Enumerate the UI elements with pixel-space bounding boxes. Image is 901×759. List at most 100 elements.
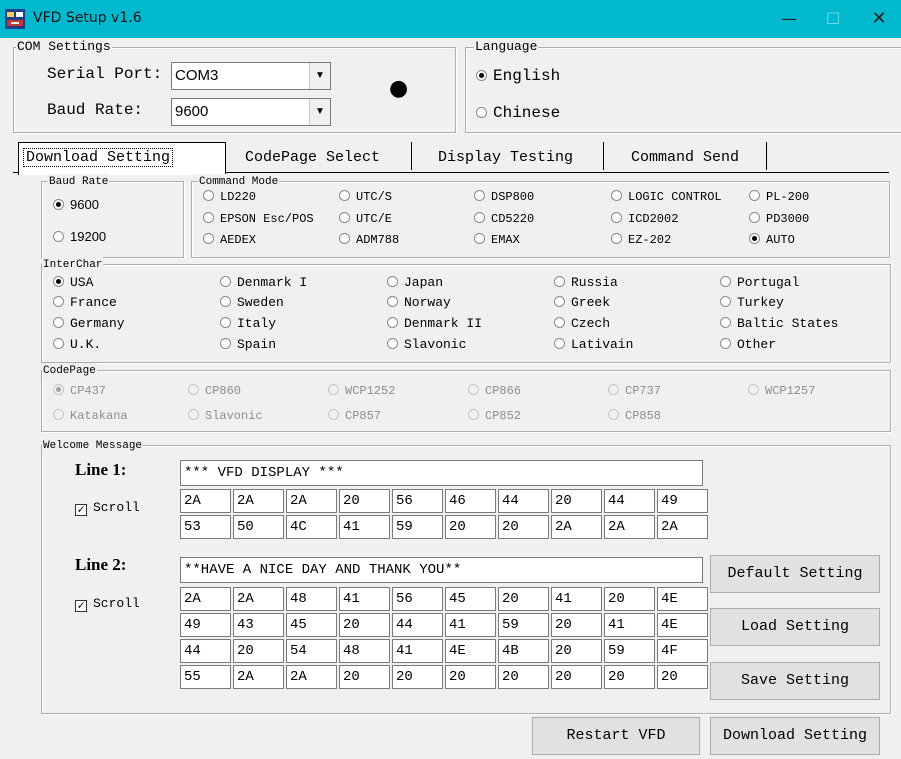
radio-ic-greek[interactable]: Greek [554, 295, 610, 310]
line1-hex-cell[interactable]: 2A [551, 515, 602, 539]
radio-ic-turkey[interactable]: Turkey [720, 295, 784, 310]
close-button[interactable]: ✕ [857, 0, 901, 38]
line1-hex-cell[interactable]: 2A [604, 515, 655, 539]
radio-ic-czech[interactable]: Czech [554, 316, 610, 331]
line2-hex-cell[interactable]: 2A [233, 587, 284, 611]
radio-cmd-epson-esc-pos[interactable]: EPSON Esc/POS [203, 212, 314, 226]
radio-dot[interactable] [474, 190, 485, 201]
radio-cmd-logic-control[interactable]: LOGIC CONTROL [611, 190, 722, 204]
radio-ic-other[interactable]: Other [720, 337, 776, 352]
radio-cmd-emax[interactable]: EMAX [474, 233, 520, 247]
line2-hex-cell[interactable]: 4F [657, 639, 708, 663]
radio-cmd-pd3000[interactable]: PD3000 [749, 212, 809, 226]
radio-dot[interactable] [220, 338, 231, 349]
radio-cmd-adm788[interactable]: ADM788 [339, 233, 399, 247]
radio-cmd-cd5220[interactable]: CD5220 [474, 212, 534, 226]
radio-ic-norway[interactable]: Norway [387, 295, 451, 310]
radio-dot[interactable] [203, 190, 214, 201]
radio-cmd-icd2002[interactable]: ICD2002 [611, 212, 678, 226]
minimize-button[interactable]: — [767, 0, 811, 38]
radio-ic-sweden[interactable]: Sweden [220, 295, 284, 310]
line2-hex-cell[interactable]: 20 [392, 665, 443, 689]
line1-hex-cell[interactable]: 49 [657, 489, 708, 513]
line2-hex-cell[interactable]: 2A [233, 665, 284, 689]
line1-hex-cell[interactable]: 2A [180, 489, 231, 513]
line2-hex-cell[interactable]: 41 [339, 587, 390, 611]
line1-hex-cell[interactable]: 2A [657, 515, 708, 539]
baud-rate-dropdown[interactable]: 9600 ▼ [171, 98, 331, 126]
line1-scroll-checkbox[interactable]: ✓ Scroll [75, 500, 140, 516]
line2-hex-cell[interactable]: 2A [180, 587, 231, 611]
radio-dot[interactable] [749, 212, 760, 223]
line2-hex-cell[interactable]: 20 [657, 665, 708, 689]
radio-dot[interactable] [339, 233, 350, 244]
radio-dot[interactable] [53, 317, 64, 328]
radio-dot[interactable] [220, 317, 231, 328]
maximize-button[interactable]: ☐ [811, 0, 855, 38]
tab-download-setting[interactable]: Download Setting [18, 142, 226, 175]
radio-english[interactable]: English [476, 67, 560, 85]
line1-hex-cell[interactable]: 41 [339, 515, 390, 539]
line1-hex-cell[interactable]: 56 [392, 489, 443, 513]
line1-hex-cell[interactable]: 53 [180, 515, 231, 539]
radio-dot[interactable] [474, 212, 485, 223]
radio-ic-france[interactable]: France [53, 295, 117, 310]
line2-hex-cell[interactable]: 49 [180, 613, 231, 637]
line2-hex-cell[interactable]: 20 [445, 665, 496, 689]
line2-hex-cell[interactable]: 20 [233, 639, 284, 663]
line2-hex-cell[interactable]: 4E [657, 613, 708, 637]
serial-port-dropdown[interactable]: COM3 ▼ [171, 62, 331, 90]
line2-text-input[interactable]: **HAVE A NICE DAY AND THANK YOU** [180, 557, 703, 583]
radio-dot[interactable] [720, 296, 731, 307]
radio-dot[interactable] [53, 231, 64, 242]
radio-cmd-pl-200[interactable]: PL-200 [749, 190, 809, 204]
line1-hex-cell[interactable]: 44 [604, 489, 655, 513]
radio-dot[interactable] [339, 212, 350, 223]
line1-hex-cell[interactable]: 4C [286, 515, 337, 539]
radio-dot[interactable] [720, 338, 731, 349]
radio-dot[interactable] [554, 296, 565, 307]
line2-hex-cell[interactable]: 48 [339, 639, 390, 663]
radio-dot[interactable] [554, 317, 565, 328]
radio-ic-slavonic[interactable]: Slavonic [387, 337, 466, 352]
radio-dot[interactable] [387, 296, 398, 307]
line2-hex-cell[interactable]: 41 [604, 613, 655, 637]
line2-hex-cell[interactable]: 44 [180, 639, 231, 663]
radio-ic-denmark-ii[interactable]: Denmark II [387, 316, 482, 331]
radio-dot[interactable] [339, 190, 350, 201]
radio-dot[interactable] [611, 190, 622, 201]
line2-hex-cell[interactable]: 20 [551, 665, 602, 689]
radio-dot[interactable] [53, 338, 64, 349]
radio-dot[interactable] [387, 276, 398, 287]
line2-hex-cell[interactable]: 20 [339, 665, 390, 689]
line2-hex-cell[interactable]: 55 [180, 665, 231, 689]
line1-hex-cell[interactable]: 59 [392, 515, 443, 539]
line2-hex-cell[interactable]: 54 [286, 639, 337, 663]
line2-hex-cell[interactable]: 20 [498, 665, 549, 689]
line2-hex-cell[interactable]: 20 [604, 587, 655, 611]
radio-cmd-aedex[interactable]: AEDEX [203, 233, 256, 247]
radio-dot[interactable] [749, 190, 760, 201]
checkbox-box[interactable]: ✓ [75, 504, 87, 516]
line2-hex-cell[interactable]: 4E [445, 639, 496, 663]
radio-chinese[interactable]: Chinese [476, 104, 560, 122]
tab-command-send[interactable]: Command Send [631, 144, 739, 172]
radio-dot[interactable] [220, 296, 231, 307]
line1-hex-cell[interactable]: 50 [233, 515, 284, 539]
tab-codepage-select[interactable]: CodePage Select [245, 144, 380, 172]
tab-display-testing[interactable]: Display Testing [438, 144, 573, 172]
line1-text-input[interactable]: *** VFD DISPLAY *** [180, 460, 703, 486]
line2-hex-cell[interactable]: 59 [498, 613, 549, 637]
radio-dot[interactable] [387, 317, 398, 328]
line2-hex-cell[interactable]: 59 [604, 639, 655, 663]
radio-baud-19200[interactable]: 19200 [53, 229, 106, 245]
radio-ic-germany[interactable]: Germany [53, 316, 125, 331]
radio-ic-usa[interactable]: USA [53, 275, 93, 290]
default-setting-button[interactable]: Default Setting [710, 555, 880, 593]
line2-hex-cell[interactable]: 20 [339, 613, 390, 637]
line2-hex-cell[interactable]: 20 [551, 639, 602, 663]
radio-dot[interactable] [611, 233, 622, 244]
radio-ic-spain[interactable]: Spain [220, 337, 276, 352]
line2-hex-cell[interactable]: 44 [392, 613, 443, 637]
radio-dot[interactable] [720, 317, 731, 328]
